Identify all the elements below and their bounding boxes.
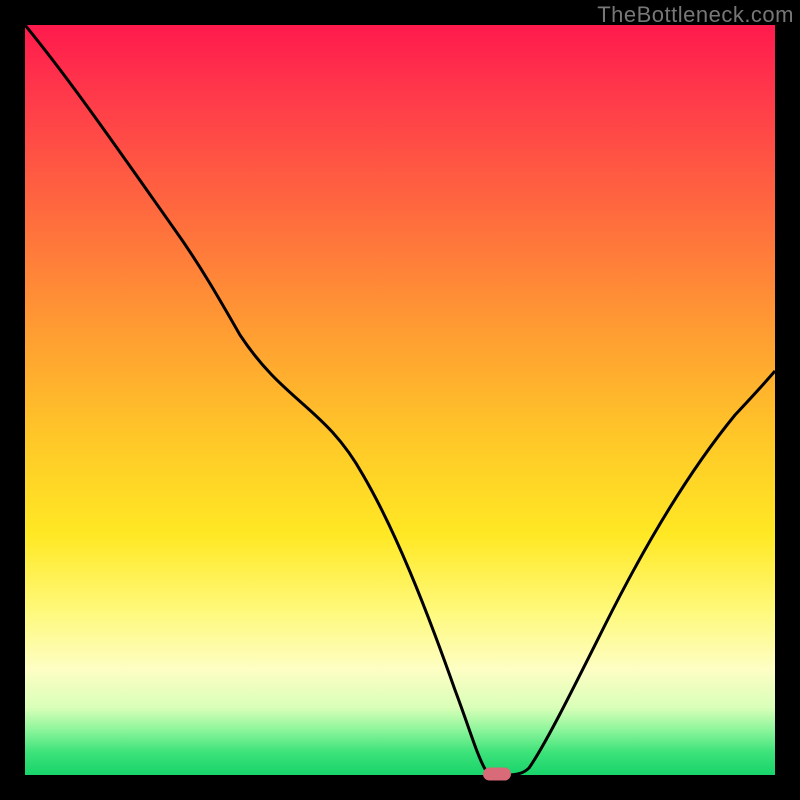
chart-plot-area bbox=[25, 25, 775, 775]
optimal-marker bbox=[483, 768, 511, 781]
curve-path bbox=[25, 25, 775, 775]
chart-frame: TheBottleneck.com bbox=[0, 0, 800, 800]
bottleneck-curve bbox=[25, 25, 775, 775]
